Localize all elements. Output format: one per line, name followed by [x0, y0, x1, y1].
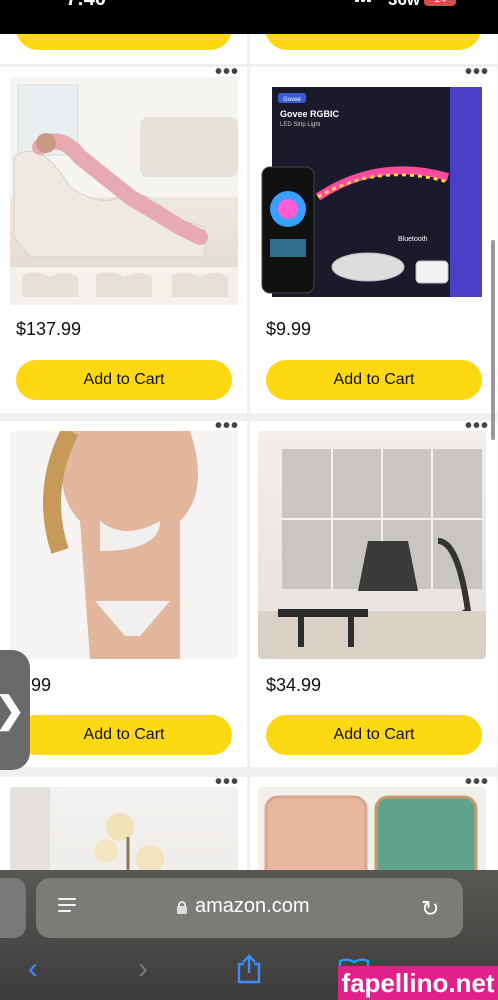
product-price: $137.99 [16, 319, 82, 339]
product-image-lamp[interactable] [10, 787, 238, 877]
add-to-cart-button[interactable]: Add to Cart [16, 715, 232, 755]
more-options-icon[interactable]: ••• [215, 777, 239, 792]
chevron-right-icon[interactable]: ❯ [0, 650, 30, 770]
forward-icon[interactable]: › [138, 952, 148, 986]
more-options-icon[interactable]: ••• [465, 777, 489, 792]
network-label: 36w [388, 0, 420, 10]
govee-title-text: Govee RGBIC [280, 109, 340, 119]
url-text[interactable]: amazon.com [195, 895, 310, 918]
add-to-cart-button-partial[interactable] [265, 34, 481, 50]
watermark: fapellino.net [338, 966, 498, 1000]
add-to-cart-button-partial[interactable] [16, 34, 232, 50]
status-bar: 7:40 36w 14 [0, 0, 498, 34]
more-options-icon[interactable]: ••• [215, 67, 239, 82]
add-to-cart-button[interactable]: Add to Cart [266, 360, 482, 400]
add-to-cart-button[interactable]: Add to Cart [16, 360, 232, 400]
govee-subtitle-text: LED Strip Light [280, 122, 321, 128]
product-card-partial [0, 34, 247, 64]
add-to-cart-button[interactable]: Add to Cart [266, 715, 482, 755]
product-card-partial [250, 34, 497, 64]
product-card[interactable]: ••• [0, 777, 247, 877]
product-price: $34.99 [266, 675, 322, 695]
back-icon[interactable]: ‹ [28, 952, 38, 986]
battery-icon: 14 [424, 0, 456, 6]
more-options-icon[interactable]: ••• [215, 421, 239, 436]
more-options-icon[interactable]: ••• [465, 421, 489, 436]
product-image-lingerie[interactable] [10, 431, 238, 659]
product-image-led-strip[interactable]: Govee Govee RGBIC LED Strip Light Blueto… [258, 77, 486, 305]
bluetooth-label: Bluetooth [398, 236, 428, 243]
product-card[interactable]: ••• $34.99 Add to Cart [250, 421, 497, 767]
status-time: 7:40 [66, 0, 106, 11]
product-card[interactable]: ••• [250, 777, 497, 877]
reload-icon[interactable]: ↻ [421, 896, 439, 922]
page-menu-icon[interactable] [58, 898, 76, 918]
scrollbar[interactable] [491, 240, 495, 440]
product-image-wall-mirrors[interactable] [258, 431, 486, 659]
more-options-icon[interactable]: ••• [465, 67, 489, 82]
product-card[interactable]: Govee Govee RGBIC LED Strip Light Blueto… [250, 67, 497, 413]
signal-icon [355, 0, 371, 2]
govee-logo-text: Govee [283, 97, 301, 103]
product-price: $9.99 [266, 319, 312, 339]
share-icon[interactable] [236, 954, 262, 984]
product-card[interactable]: ••• $137.99 Add to Cart [0, 67, 247, 413]
product-card[interactable]: ••• 2.99 Add to Cart [0, 421, 247, 767]
previous-tab-preview[interactable] [0, 878, 26, 938]
lock-icon [177, 901, 187, 914]
address-bar[interactable]: amazon.com ↻ [36, 878, 463, 938]
product-image-floor-sofa[interactable] [10, 77, 238, 305]
product-image-pillows[interactable] [258, 787, 486, 877]
